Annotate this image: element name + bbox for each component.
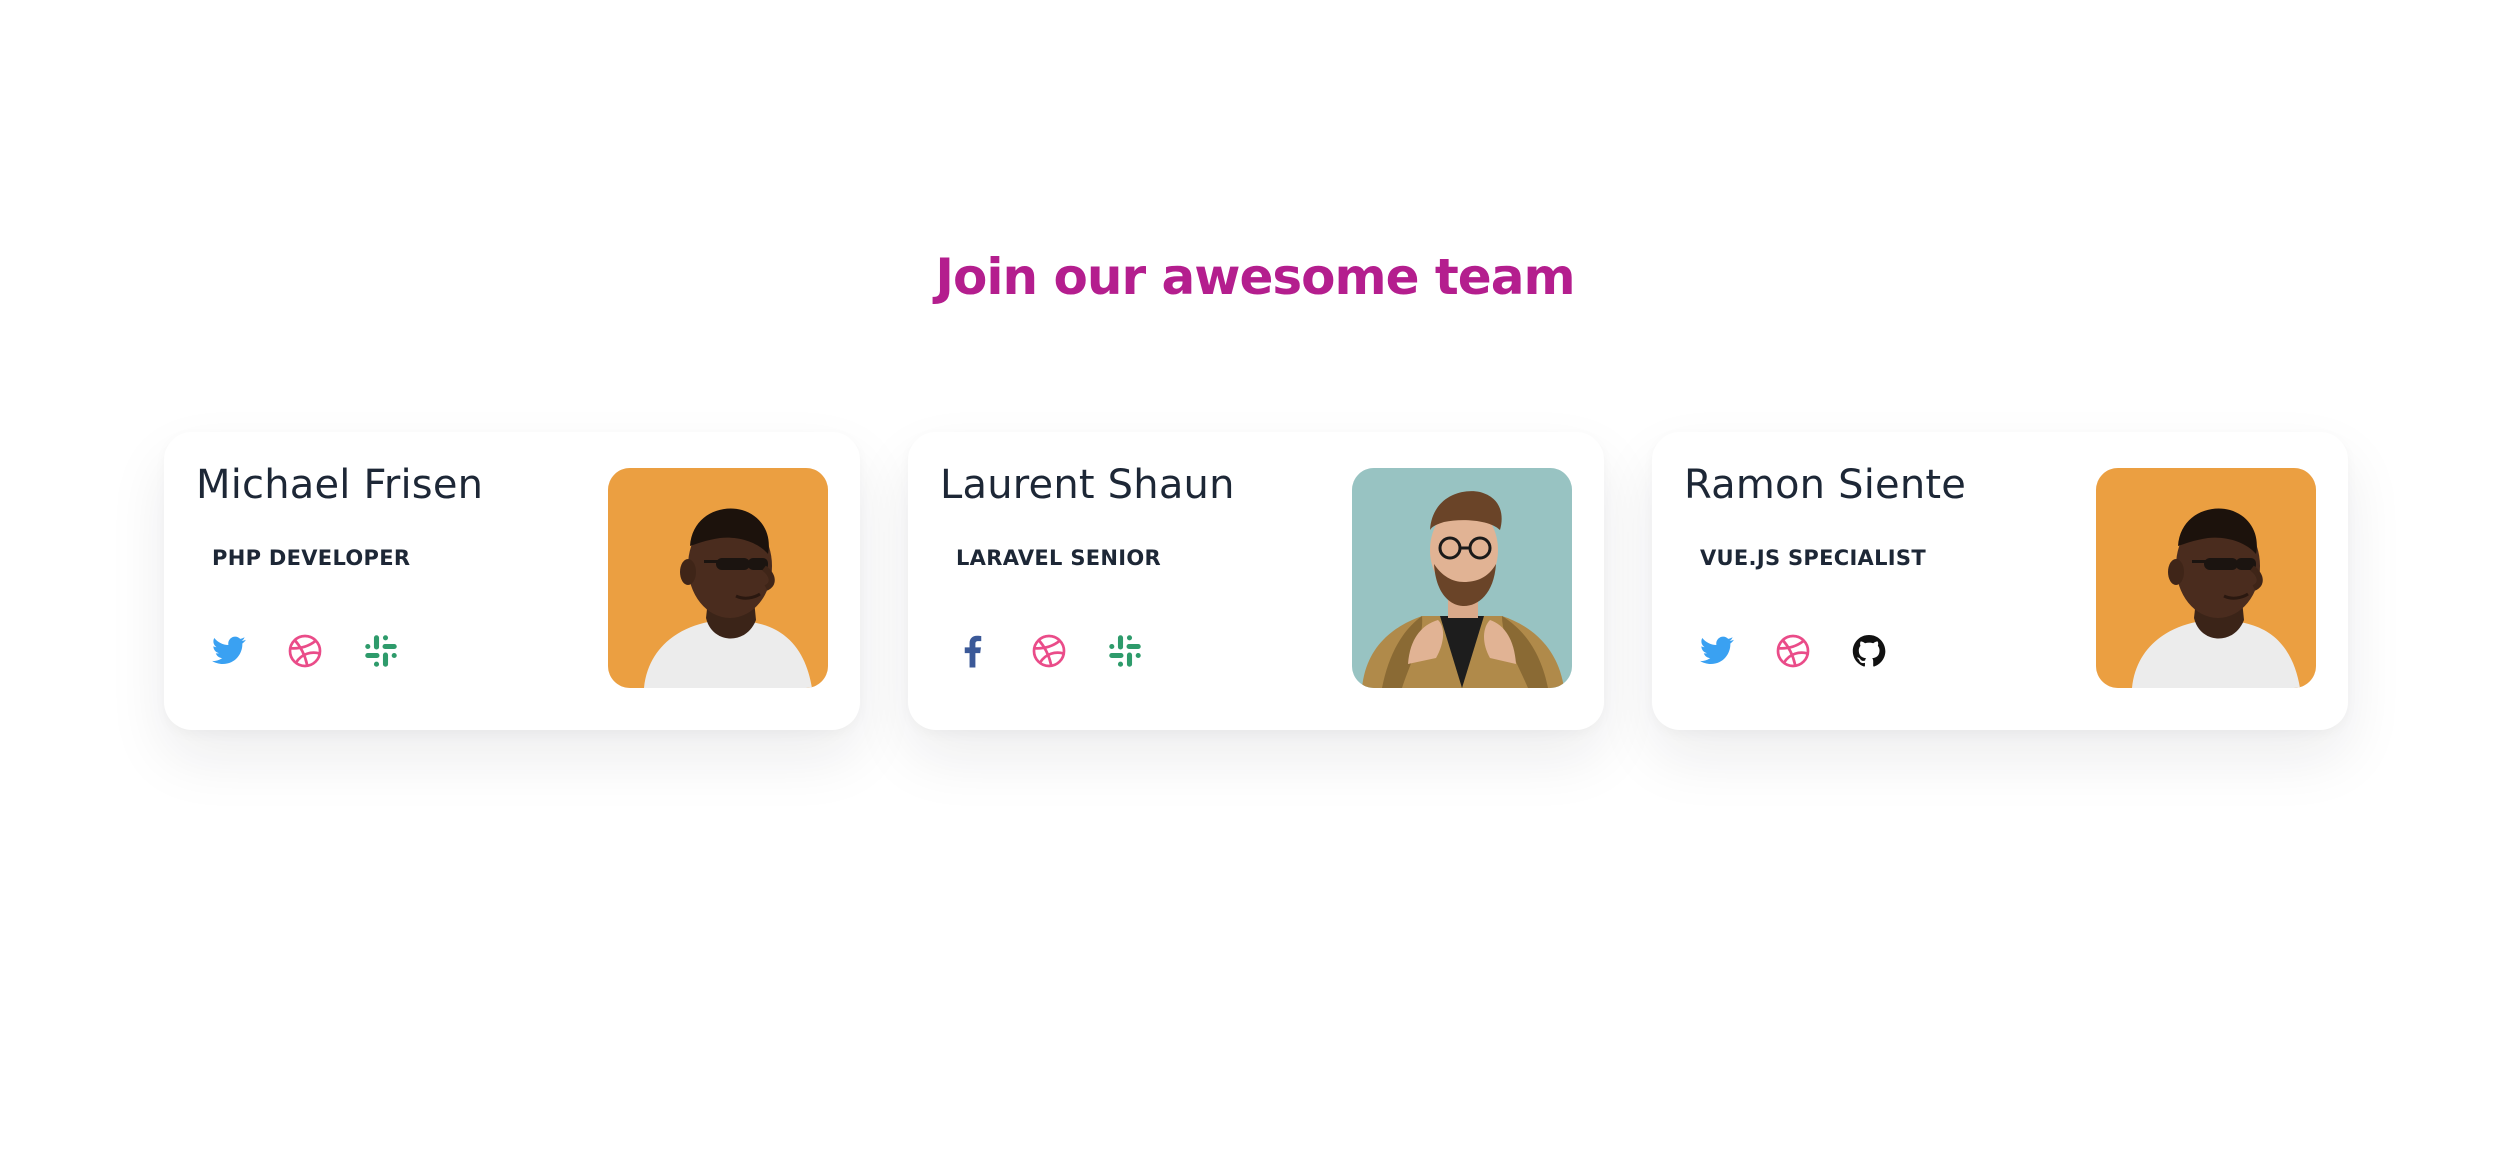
dribbble-icon	[1031, 633, 1067, 669]
dribbble-link[interactable]	[1772, 630, 1814, 672]
social-links	[1696, 630, 1890, 672]
dribbble-link[interactable]	[284, 630, 326, 672]
member-photo	[2096, 468, 2316, 688]
dribbble-icon	[287, 633, 323, 669]
member-role: LARAVEL SENIOR	[956, 546, 1162, 570]
twitter-icon	[211, 633, 247, 669]
github-icon	[1851, 633, 1887, 669]
team-card: Ramon Siente VUE.JS SPECIALIST	[1652, 432, 2348, 730]
section-title: Join our awesome team	[935, 248, 1575, 306]
member-role: PHP DEVELOPER	[212, 546, 411, 570]
member-role: VUE.JS SPECIALIST	[1700, 546, 1926, 570]
twitter-link[interactable]	[208, 630, 250, 672]
team-card: Michael Frisen PHP DEVELOPER	[164, 432, 860, 730]
member-name: Ramon Siente	[1684, 462, 1967, 508]
member-name: Laurent Shaun	[940, 462, 1235, 508]
slack-icon	[363, 633, 399, 669]
member-photo	[1352, 468, 1572, 688]
team-page: Join our awesome team Michael Frisen PHP…	[0, 0, 2510, 1172]
photo-man-sunglasses	[608, 468, 828, 688]
facebook-link[interactable]	[952, 630, 994, 672]
twitter-link[interactable]	[1696, 630, 1738, 672]
dribbble-icon	[1775, 633, 1811, 669]
team-card: Laurent Shaun LARAVEL SENIOR	[908, 432, 1604, 730]
facebook-icon	[955, 633, 991, 669]
member-photo	[608, 468, 828, 688]
slack-link[interactable]	[360, 630, 402, 672]
photo-bearded-man	[1352, 468, 1572, 688]
github-link[interactable]	[1848, 630, 1890, 672]
social-links	[952, 630, 1146, 672]
twitter-icon	[1699, 633, 1735, 669]
dribbble-link[interactable]	[1028, 630, 1070, 672]
slack-icon	[1107, 633, 1143, 669]
member-name: Michael Frisen	[196, 462, 484, 508]
photo-man-sunglasses	[2096, 468, 2316, 688]
social-links	[208, 630, 402, 672]
slack-link[interactable]	[1104, 630, 1146, 672]
